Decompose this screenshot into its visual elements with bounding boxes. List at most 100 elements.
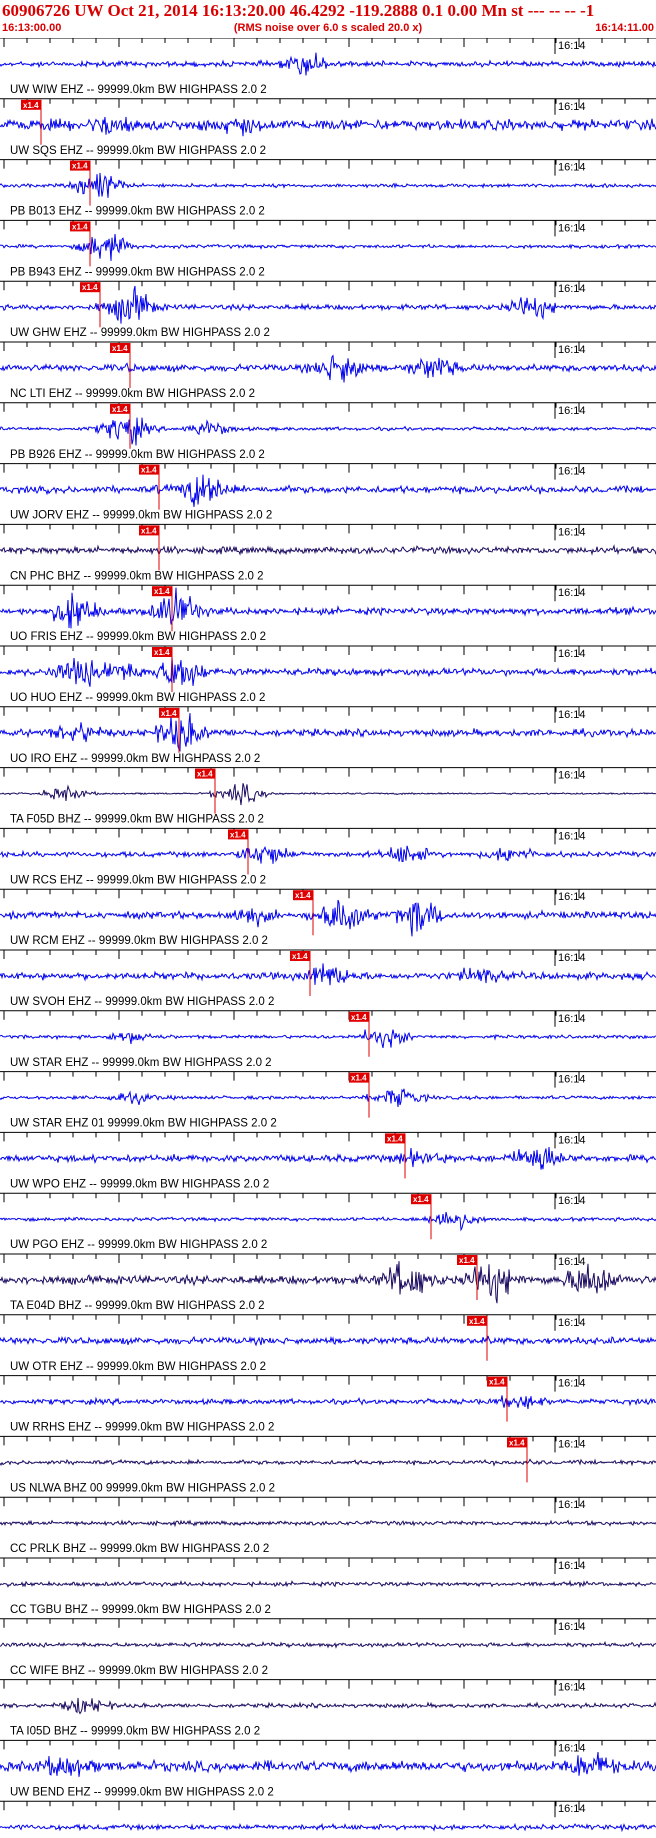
pick-label: x1.4	[72, 222, 88, 231]
minute-mark-label: 16:14	[558, 1438, 586, 1450]
header: 60906726 UW Oct 21, 2014 16:13:20.00 46.…	[0, 0, 656, 38]
pick-label: x1.4	[154, 648, 170, 657]
pick-label: x1.4	[72, 162, 88, 171]
station-label: PB B943 EHZ -- 99999.0km BW HIGHPASS 2.0…	[10, 266, 265, 278]
minute-mark-label: 16:14	[558, 770, 586, 782]
station-label: UW WIW EHZ -- 99999.0km BW HIGHPASS 2.0 …	[10, 84, 267, 96]
waveform	[0, 417, 656, 446]
minute-mark-label: 16:14	[558, 222, 586, 234]
pick-label: x1.4	[469, 1317, 485, 1326]
station-label: TA E04D BHZ -- 99999.0km BW HIGHPASS 2.0…	[10, 1300, 265, 1312]
trace-8: 16:14 x1.4 CN PHC BHZ -- 99999.0km BW HIGH…	[0, 523, 656, 582]
trace-2: 16:14 x1.4 PB B013 EHZ -- 99999.0km BW HIG…	[0, 159, 656, 218]
minute-mark-label: 16:14	[558, 1803, 586, 1815]
rms-note: (RMS noise over 6.0 s scaled 20.0 x)	[233, 22, 423, 34]
station-label: UW STAR EHZ 01 99999.0km BW HIGHPASS 2.0…	[10, 1118, 277, 1130]
minute-mark-label: 16:14	[558, 405, 586, 417]
pick-label: x1.4	[413, 1195, 429, 1204]
minute-mark-label: 16:14	[558, 1560, 586, 1572]
trace-3: 16:14 x1.4 PB B943 EHZ -- 99999.0km BW HIG…	[0, 219, 656, 278]
trace-22: 16:14 x1.4 UW RRHS EHZ -- 99999.0km BW HIG…	[0, 1375, 656, 1434]
trace-29: 16:14UW MOON EHZ -- 99999.0km BW HIGHPAS…	[0, 1800, 656, 1833]
trace-7: 16:14 x1.4 UW JORV EHZ -- 99999.0km BW HIG…	[0, 463, 656, 522]
station-label: PB B926 EHZ -- 99999.0km BW HIGHPASS 2.0…	[10, 449, 265, 461]
trace-28: 16:14 UW BEND EHZ -- 99999.0km BW HIGHPAS…	[0, 1739, 656, 1798]
station-label: CC PRLK BHZ -- 99999.0km BW HIGHPASS 2.0…	[10, 1543, 269, 1555]
minute-mark-label: 16:14	[558, 283, 586, 295]
minute-mark-label: 16:14	[558, 709, 586, 721]
pick-label: x1.4	[161, 709, 177, 718]
waveform	[0, 1640, 656, 1649]
trace-15: 16:14 x1.4 UW SVOH EHZ -- 99999.0km BW HIG…	[0, 949, 656, 1008]
station-label: UW WPO EHZ -- 99999.0km BW HIGHPASS 2.0 …	[10, 1178, 269, 1190]
pick-label: x1.4	[112, 344, 128, 353]
minute-mark-label: 16:14	[558, 1621, 586, 1633]
trace-21: 16:14 x1.4 UW OTR EHZ -- 99999.0km BW HIGH…	[0, 1314, 656, 1373]
station-label: CC WIFE BHZ -- 99999.0km BW HIGHPASS 2.0…	[10, 1665, 268, 1677]
pick-label: x1.4	[112, 405, 128, 414]
waveform	[0, 1579, 656, 1589]
trace-13: 16:14 x1.4 UW RCS EHZ -- 99999.0km BW HIGH…	[0, 827, 656, 886]
minute-mark-label: 16:14	[558, 1195, 586, 1207]
waveform	[0, 1751, 656, 1777]
pick-label: x1.4	[141, 526, 157, 535]
minute-mark-label: 16:14	[558, 40, 586, 52]
waveform	[0, 1458, 656, 1467]
waveform	[0, 1211, 656, 1232]
minute-mark-label: 16:14	[558, 344, 586, 356]
trace-6: 16:14 x1.4 PB B926 EHZ -- 99999.0km BW HIG…	[0, 402, 656, 461]
waveform	[0, 963, 656, 986]
minute-mark-label: 16:14	[558, 1378, 586, 1390]
trace-20: 16:14 x1.4 TA E04D BHZ -- 99999.0km BW HIG…	[0, 1253, 656, 1312]
waveform	[0, 474, 656, 507]
waveform	[0, 656, 656, 687]
waveform	[0, 1335, 656, 1347]
minute-mark-label: 16:14	[558, 466, 586, 478]
time-start-label: 16:13:00.00	[2, 22, 62, 34]
pick-label: x1.4	[295, 891, 311, 900]
trace-12: 16:14 x1.4 TA F05D BHZ -- 99999.0km BW HIG…	[0, 767, 656, 826]
waveform	[0, 1822, 656, 1833]
trace-9: 16:14 x1.4 UO FRIS EHZ -- 99999.0km BW HIG…	[0, 584, 656, 643]
station-label: UW RCS EHZ -- 99999.0km BW HIGHPASS 2.0 …	[10, 874, 266, 886]
waveform	[0, 116, 656, 137]
trace-19: 16:14 x1.4 UW PGO EHZ -- 99999.0km BW HIGH…	[0, 1192, 656, 1251]
trace-25: 16:14 CC TGBU BHZ -- 99999.0km BW HIGHPAS…	[0, 1557, 656, 1616]
station-label: UO HUO EHZ -- 99999.0km BW HIGHPASS 2.0 …	[10, 692, 265, 704]
waveform	[0, 1146, 656, 1170]
minute-mark-label: 16:14	[558, 1256, 586, 1268]
station-label: NC LTI EHZ -- 99999.0km BW HIGHPASS 2.0 …	[10, 388, 255, 400]
seismogram-plot: 16:14 UW WIW EHZ -- 99999.0km BW HIGHPASS…	[0, 38, 656, 1833]
minute-mark-label: 16:14	[558, 162, 586, 174]
trace-27: 16:14 TA I05D BHZ -- 99999.0km BW HIGHPAS…	[0, 1679, 656, 1738]
pick-label: x1.4	[230, 830, 246, 839]
waveform	[0, 1088, 656, 1107]
waveform	[0, 1029, 656, 1049]
pick-label: x1.4	[489, 1378, 505, 1387]
waveform	[0, 845, 656, 864]
trace-23: 16:14 x1.4 US NLWA BHZ 00 99999.0km BW HIG…	[0, 1435, 656, 1494]
station-label: PB B013 EHZ -- 99999.0km BW HIGHPASS 2.0…	[10, 206, 265, 218]
waveform	[0, 544, 656, 556]
minute-mark-label: 16:14	[558, 1134, 586, 1146]
time-end-label: 16:14:11.00	[595, 22, 654, 34]
pick-label: x1.4	[23, 101, 39, 110]
waveform	[0, 1519, 656, 1528]
minute-mark-label: 16:14	[558, 101, 586, 113]
station-label: UW RRHS EHZ -- 99999.0km BW HIGHPASS 2.0…	[10, 1422, 274, 1434]
station-label: UW GHW EHZ -- 99999.0km BW HIGHPASS 2.0 …	[10, 327, 270, 339]
pick-label: x1.4	[351, 1013, 367, 1022]
minute-mark-label: 16:14	[558, 648, 586, 660]
waveform	[0, 1395, 656, 1410]
station-label: UW OTR EHZ -- 99999.0km BW HIGHPASS 2.0 …	[10, 1361, 266, 1373]
minute-mark-label: 16:14	[558, 1317, 586, 1329]
pick-label: x1.4	[82, 283, 98, 292]
waveform	[0, 899, 656, 937]
pick-label: x1.4	[154, 587, 170, 596]
station-label: TA I05D BHZ -- 99999.0km BW HIGHPASS 2.0…	[10, 1726, 260, 1738]
trace-5: 16:14 x1.4 NC LTI EHZ -- 99999.0km BW HIGH…	[0, 341, 656, 400]
pick-label: x1.4	[459, 1256, 475, 1265]
station-label: UO IRO EHZ -- 99999.0km BW HIGHPASS 2.0 …	[10, 753, 260, 765]
station-label: US NLWA BHZ 00 99999.0km BW HIGHPASS 2.0…	[10, 1482, 275, 1494]
minute-mark-label: 16:14	[558, 1074, 586, 1086]
